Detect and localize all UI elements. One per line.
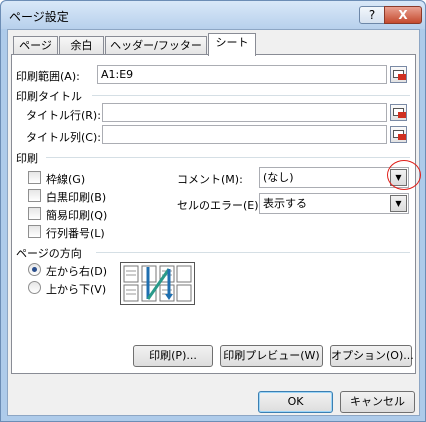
- title-bar[interactable]: ページ設定 ? X: [1, 1, 425, 29]
- errors-dropdown-arrow-icon[interactable]: ▼: [390, 195, 407, 212]
- title-cols-field[interactable]: [102, 125, 387, 144]
- draft-label[interactable]: 簡易印刷(Q): [46, 207, 107, 223]
- page-order-preview-icon: [120, 262, 195, 305]
- print-titles-heading: 印刷タイトル: [16, 90, 82, 103]
- title-rows-field[interactable]: [102, 103, 387, 122]
- page-setup-dialog: ページ設定 ? X ページ 余白 ヘッダー/フッター シート 印刷範囲(A): …: [0, 0, 426, 422]
- title-rows-label: タイトル行(R):: [26, 109, 101, 122]
- close-button[interactable]: X: [384, 6, 422, 24]
- row-col-headers-checkbox[interactable]: [28, 225, 41, 238]
- print-area-field[interactable]: A1:E9: [97, 65, 387, 84]
- divider: [92, 95, 410, 96]
- comments-label: コメント(M):: [177, 173, 243, 186]
- comments-value: (なし): [263, 171, 294, 184]
- cancel-button[interactable]: キャンセル: [340, 391, 415, 413]
- highlight-circle: [387, 160, 421, 190]
- print-area-ref-icon[interactable]: [390, 66, 407, 83]
- divider: [46, 157, 410, 158]
- print-area-label: 印刷範囲(A):: [16, 70, 80, 83]
- errors-value: 表示する: [263, 197, 307, 210]
- help-button[interactable]: ?: [359, 6, 385, 24]
- down-then-over-radio[interactable]: [28, 263, 41, 276]
- options-button[interactable]: オプション(O)...: [330, 345, 414, 367]
- black-white-checkbox[interactable]: [28, 189, 41, 202]
- dialog-client: ページ 余白 ヘッダー/フッター シート 印刷範囲(A): A1:E9 印刷タイ…: [7, 29, 421, 416]
- errors-select[interactable]: 表示する ▼: [259, 193, 409, 214]
- page-order-heading: ページの方向: [16, 247, 82, 260]
- sheet-tab-page: 印刷範囲(A): A1:E9 印刷タイトル タイトル行(R): タイトル列(C)…: [11, 54, 421, 374]
- dialog-title: ページ設定: [9, 10, 69, 24]
- title-rows-ref-icon[interactable]: [390, 104, 407, 121]
- tab-sheet[interactable]: シート: [208, 33, 256, 56]
- row-col-headers-label[interactable]: 行列番号(L): [46, 225, 105, 241]
- gridlines-label[interactable]: 枠線(G): [46, 171, 85, 187]
- draft-checkbox[interactable]: [28, 207, 41, 220]
- tab-header-footer[interactable]: ヘッダー/フッター: [105, 36, 207, 55]
- black-white-label[interactable]: 白黒印刷(B): [46, 189, 106, 205]
- down-then-over-label[interactable]: 左から右(D): [46, 263, 107, 279]
- tab-margins[interactable]: 余白: [59, 36, 104, 55]
- title-cols-label: タイトル列(C):: [26, 131, 101, 144]
- over-then-down-radio[interactable]: [28, 281, 41, 294]
- print-button[interactable]: 印刷(P)...: [133, 345, 213, 367]
- gridlines-checkbox[interactable]: [28, 171, 41, 184]
- over-then-down-label[interactable]: 上から下(V): [46, 281, 106, 297]
- print-preview-button[interactable]: 印刷プレビュー(W): [220, 345, 323, 367]
- title-cols-ref-icon[interactable]: [390, 126, 407, 143]
- tab-page[interactable]: ページ: [13, 36, 58, 55]
- divider: [96, 252, 410, 253]
- errors-label: セルのエラー(E):: [177, 199, 263, 212]
- print-heading: 印刷: [16, 152, 38, 165]
- ok-button[interactable]: OK: [258, 391, 333, 413]
